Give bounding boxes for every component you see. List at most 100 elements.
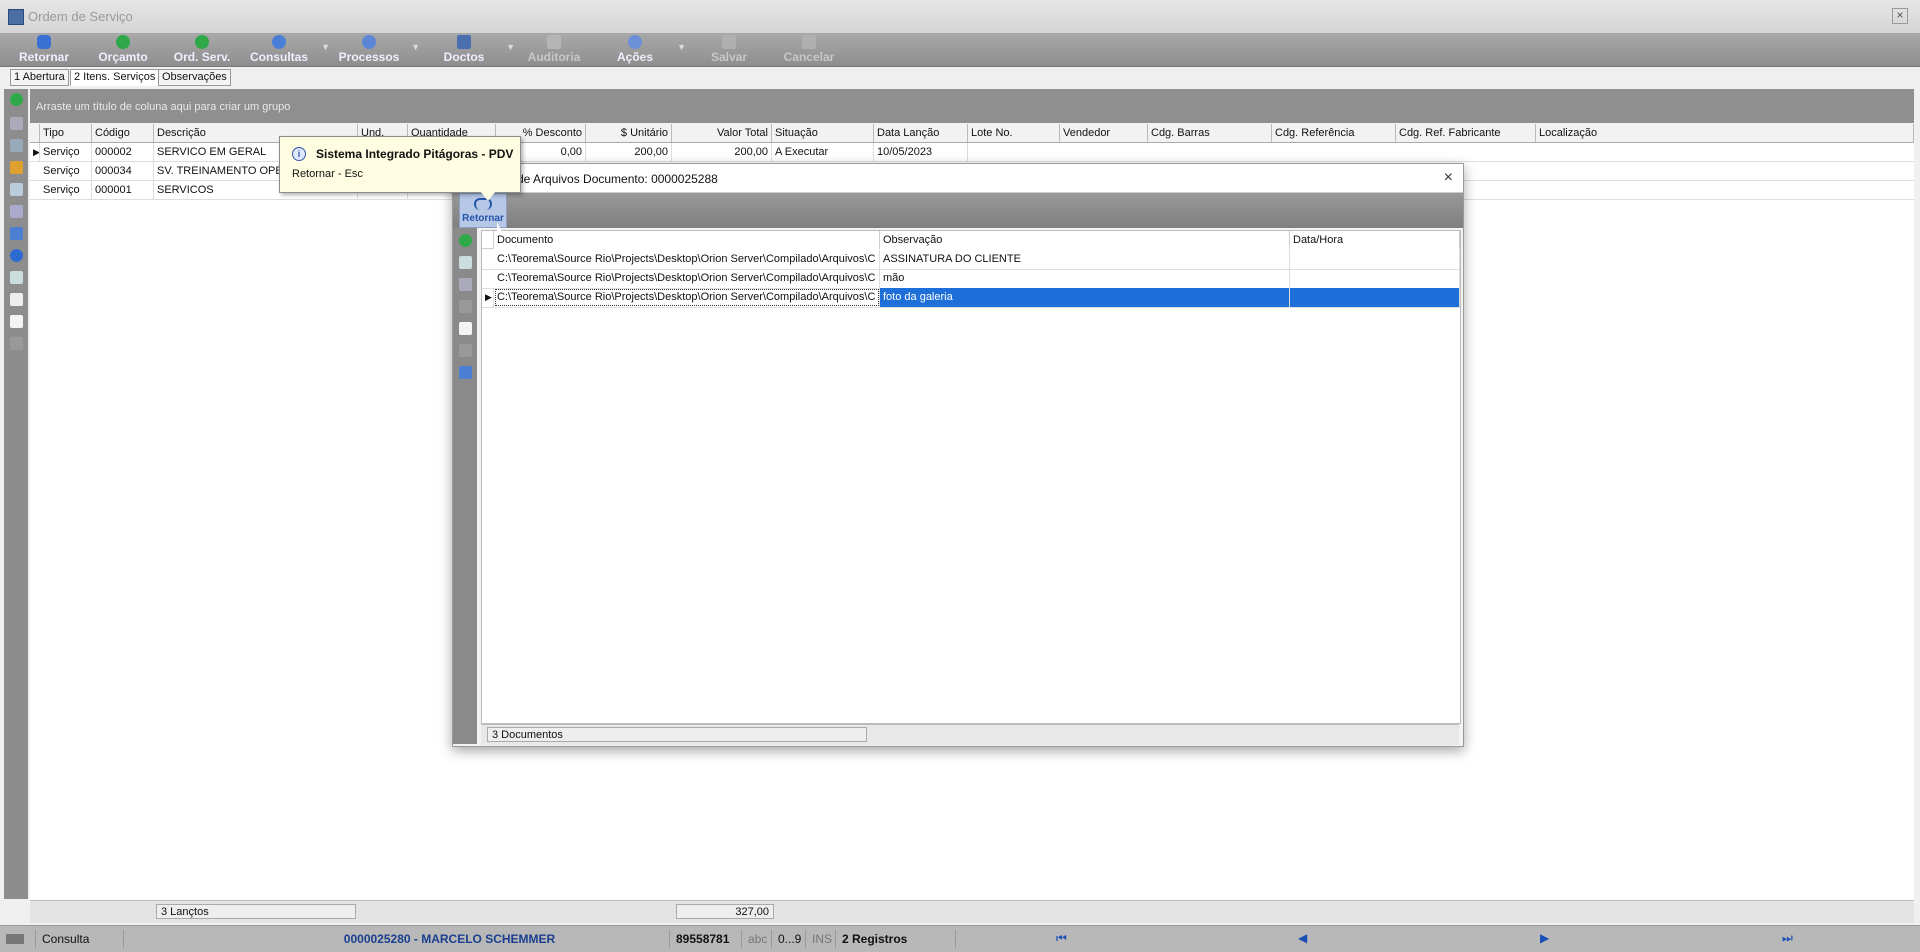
processos-menu[interactable]: Processos ▼: [330, 33, 420, 66]
gear-icon: [362, 35, 376, 49]
col-tipo[interactable]: Tipo: [40, 124, 92, 142]
chevron-down-icon[interactable]: ▼: [321, 42, 330, 52]
grid-icon[interactable]: [10, 227, 23, 240]
document-icon[interactable]: [459, 322, 472, 335]
tab-observacoes[interactable]: Observações: [158, 69, 231, 86]
window-title: Ordem de Serviço: [28, 9, 133, 24]
tab-itens-servicos[interactable]: 2 Itens. Serviços: [70, 69, 160, 86]
col-unitario[interactable]: $ Unitário: [586, 124, 672, 142]
row-indicator: ▶: [30, 143, 40, 161]
tools-icon[interactable]: [459, 344, 472, 357]
col-vendedor[interactable]: Vendedor: [1060, 124, 1148, 142]
grid-footer: 3 Lançtos 327,00: [30, 900, 1914, 923]
print-icon[interactable]: [459, 278, 472, 291]
documents-grid: Documento Observação Data/Hora C:\Teorem…: [481, 230, 1461, 724]
ins-indicator: INS: [806, 930, 836, 948]
grid-icon[interactable]: [459, 366, 472, 379]
first-record-button[interactable]: ⏮: [1056, 931, 1067, 946]
col-cdg-referencia[interactable]: Cdg. Referência: [1272, 124, 1396, 142]
col-cdg-ref-fabricante[interactable]: Cdg. Ref. Fabricante: [1396, 124, 1536, 142]
main-toolbar: Retornar Orçamto Ord. Serv. Consultas ▼ …: [0, 33, 1920, 67]
info-icon[interactable]: [10, 249, 23, 262]
tab-abertura[interactable]: 1 Abertura: [10, 69, 69, 86]
ord-serv-button[interactable]: Ord. Serv.: [163, 33, 241, 66]
cancelar-button[interactable]: Cancelar: [770, 33, 848, 66]
acoes-label: Ações: [616, 50, 654, 64]
col-observacao[interactable]: Observação: [880, 231, 1290, 249]
col-data-hora[interactable]: Data/Hora: [1290, 231, 1460, 249]
orcamento-button[interactable]: Orçamto: [84, 33, 162, 66]
orcamento-label: Orçamto: [98, 50, 148, 64]
folder-icon[interactable]: [10, 161, 23, 174]
info-icon: i: [292, 147, 306, 161]
col-valor-total[interactable]: Valor Total: [672, 124, 772, 142]
doctos-menu[interactable]: Doctos ▼: [425, 33, 515, 66]
dialog-title: de Arquivos Documento: 0000025288: [517, 172, 718, 186]
print-icon[interactable]: [10, 117, 23, 130]
document-icon[interactable]: [10, 293, 23, 306]
order-client: 0000025280 - MARCELO SCHEMMER: [230, 930, 670, 948]
printer-icon: [457, 35, 471, 49]
documents-count: 3 Documentos: [487, 727, 867, 742]
consultas-menu[interactable]: Consultas ▼: [240, 33, 330, 66]
tools-icon[interactable]: [10, 337, 23, 350]
mode-indicator: Consulta: [36, 930, 124, 948]
page-icon[interactable]: [10, 315, 23, 328]
audit-icon: [547, 35, 561, 49]
list-item[interactable]: C:\Teorema\Source Rio\Projects\Desktop\O…: [482, 269, 1460, 289]
record-code: 89558781: [670, 930, 742, 948]
refresh-icon[interactable]: [10, 139, 23, 152]
row-indicator: ▶: [482, 288, 494, 307]
gear-icon: [628, 35, 642, 49]
gear-icon[interactable]: [10, 183, 23, 196]
col-lote[interactable]: Lote No.: [968, 124, 1060, 142]
add-icon[interactable]: [10, 93, 23, 106]
next-record-button[interactable]: ▶: [1540, 931, 1549, 945]
chevron-down-icon[interactable]: ▼: [677, 42, 686, 52]
cell-documento: C:\Teorema\Source Rio\Projects\Desktop\O…: [494, 250, 880, 269]
col-data-lancto[interactable]: Data Lanção: [874, 124, 968, 142]
group-hint-text: Arraste um título de coluna aqui para cr…: [36, 101, 291, 113]
salvar-button[interactable]: Salvar: [690, 33, 768, 66]
last-record-button[interactable]: ⏭: [1782, 931, 1793, 946]
group-drop-area[interactable]: Arraste um título de coluna aqui para cr…: [30, 89, 1914, 123]
salvar-label: Salvar: [710, 50, 748, 64]
col-codigo[interactable]: Código: [92, 124, 154, 142]
app-icon: [8, 9, 24, 25]
keyboard-icon: [0, 930, 36, 948]
col-cdg-barras[interactable]: Cdg. Barras: [1148, 124, 1272, 142]
digits-indicator: 0...9: [772, 930, 806, 948]
cell-data-hora: [1290, 269, 1460, 288]
chevron-down-icon[interactable]: ▼: [506, 42, 515, 52]
pencil-icon[interactable]: [459, 300, 472, 313]
prev-record-button[interactable]: ◀: [1298, 931, 1307, 945]
col-situacao[interactable]: Situação: [772, 124, 874, 142]
list-item[interactable]: C:\Teorema\Source Rio\Projects\Desktop\O…: [482, 250, 1460, 270]
tooltip-tail: [480, 191, 496, 201]
acoes-menu[interactable]: Ações ▼: [596, 33, 686, 66]
plus-circle-icon: [116, 35, 130, 49]
auditoria-button[interactable]: Auditoria: [515, 33, 593, 66]
plus-circle-icon: [195, 35, 209, 49]
window-close-button[interactable]: ×: [1892, 8, 1908, 24]
col-localizacao[interactable]: Localização: [1536, 124, 1914, 142]
cell-tipo: Serviço: [40, 162, 92, 180]
cell-valor-total: 200,00: [672, 143, 772, 161]
edit-icon[interactable]: [459, 256, 472, 269]
settings-icon[interactable]: [10, 271, 23, 284]
add-icon[interactable]: [459, 234, 472, 247]
auditoria-label: Auditoria: [527, 50, 581, 64]
cell-data: 10/05/2023: [874, 143, 968, 161]
cell-documento: C:\Teorema\Source Rio\Projects\Desktop\O…: [494, 288, 880, 307]
total-value: 327,00: [676, 904, 774, 919]
dialog-close-button[interactable]: ×: [1444, 169, 1453, 187]
list-icon[interactable]: [10, 205, 23, 218]
list-item-selected[interactable]: ▶ C:\Teorema\Source Rio\Projects\Desktop…: [482, 288, 1460, 308]
col-documento[interactable]: Documento: [494, 231, 880, 249]
consultas-label: Consultas: [249, 50, 308, 64]
tooltip: i Sistema Integrado Pitágoras - PDV Reto…: [279, 136, 521, 201]
retornar-button[interactable]: Retornar: [5, 33, 83, 66]
doctos-label: Doctos: [443, 50, 485, 64]
chevron-down-icon[interactable]: ▼: [411, 42, 420, 52]
dialog-toolbar: Retornar: [453, 193, 1463, 228]
